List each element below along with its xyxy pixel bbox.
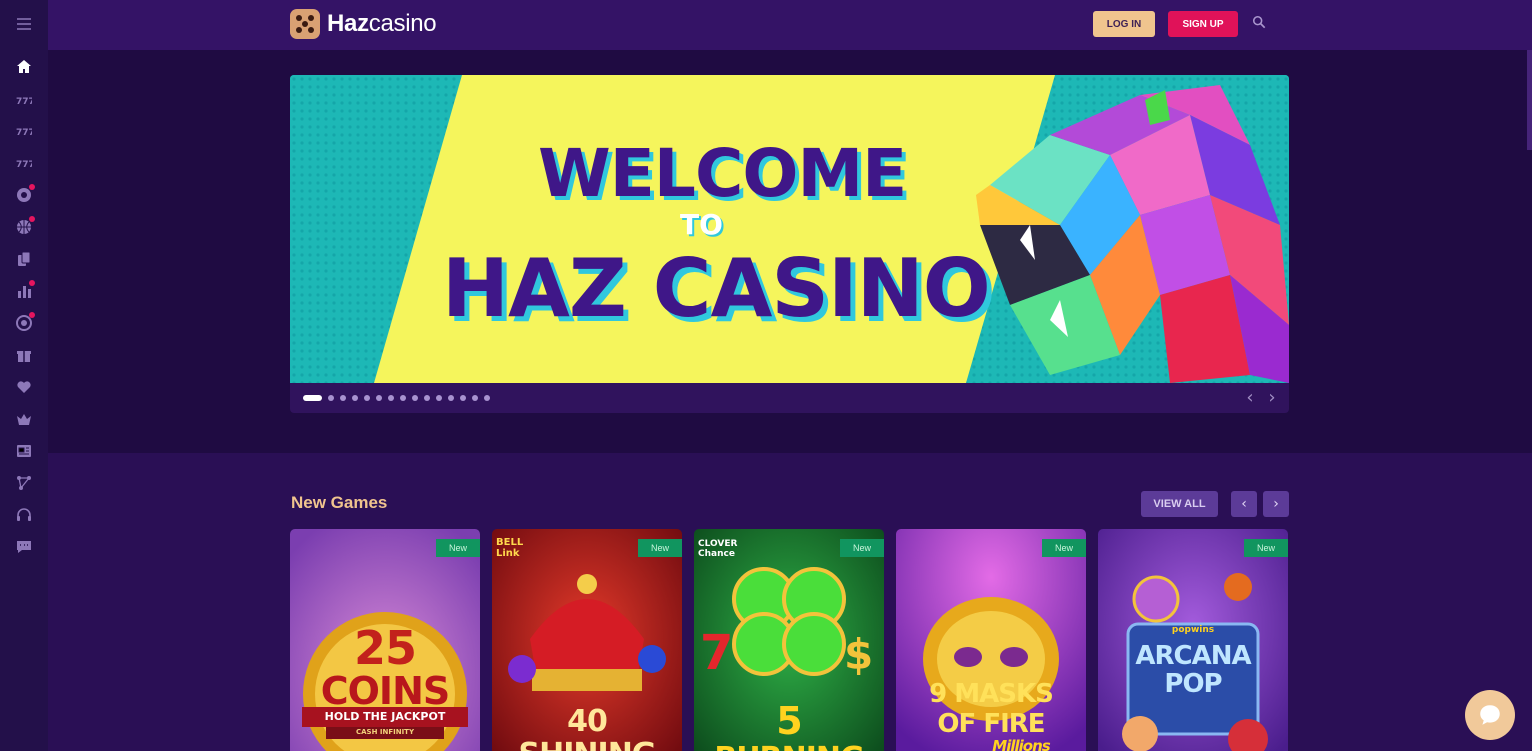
sidebar: 777 777 777 xyxy=(0,0,48,751)
game-art-subtitle: HOLD THE JACKPOT xyxy=(324,710,446,723)
site-logo[interactable]: Hazcasino xyxy=(290,9,437,39)
slots-777-icon[interactable]: 777 xyxy=(12,151,36,175)
carousel-dot[interactable] xyxy=(460,395,466,401)
banner-next-arrow[interactable]: › xyxy=(1264,389,1280,407)
game-art-tagline: CASH INFINITY xyxy=(355,728,415,736)
chat-icon xyxy=(1480,705,1500,725)
carousel-dot[interactable] xyxy=(400,395,406,401)
notification-dot xyxy=(29,280,35,286)
game-art-title: ARCANA xyxy=(1135,641,1251,671)
carousel-dot[interactable] xyxy=(448,395,454,401)
provider-logo: CLOVER Chance xyxy=(698,539,738,559)
game-card[interactable]: New 9 MASKS OF FIRE Millions xyxy=(896,529,1086,751)
game-card[interactable]: New BELL Link 40 SHINING xyxy=(492,529,682,751)
slots-777-icon[interactable]: 777 xyxy=(12,88,36,112)
game-art-number: 40 xyxy=(567,704,608,739)
banner-headline-welcome: WELCOME xyxy=(538,135,907,212)
menu-icon[interactable] xyxy=(12,12,36,36)
page-scrollbar[interactable] xyxy=(1527,50,1532,150)
new-badge: New xyxy=(1244,539,1288,557)
carousel-dot[interactable] xyxy=(388,395,394,401)
game-art-number: 5 xyxy=(776,699,802,743)
banner-prev-arrow[interactable]: ‹ xyxy=(1242,389,1258,407)
game-art-tagline: Millions xyxy=(992,737,1050,751)
heart-icon[interactable] xyxy=(12,375,36,399)
game-art-title: 9 MASKS xyxy=(929,679,1054,709)
svg-text:777: 777 xyxy=(16,128,32,138)
carousel-dot[interactable] xyxy=(364,395,370,401)
login-button[interactable]: LOG IN xyxy=(1093,11,1155,37)
game-art-subtitle: OF FIRE xyxy=(937,709,1045,739)
games-next-button[interactable]: › xyxy=(1263,491,1289,517)
cards-icon[interactable] xyxy=(12,247,36,271)
logo-text: Hazcasino xyxy=(327,10,437,37)
dice-logo-icon xyxy=(290,9,320,39)
carousel-dot[interactable] xyxy=(436,395,442,401)
view-all-button[interactable]: VIEW ALL xyxy=(1141,491,1218,517)
svg-text:777: 777 xyxy=(16,97,32,107)
carousel-dot[interactable] xyxy=(484,395,490,401)
notification-dot xyxy=(29,216,35,222)
game-card-list: New 25 COINS HOLD THE JACKPOT CASH INFIN… xyxy=(290,529,1288,751)
banner-headline-to: TO xyxy=(680,208,723,241)
carousel-dot[interactable] xyxy=(424,395,430,401)
signup-button[interactable]: SIGN UP xyxy=(1168,11,1238,37)
notification-dot xyxy=(29,312,35,318)
game-art-number: 25 xyxy=(353,621,417,675)
headset-icon[interactable] xyxy=(12,503,36,527)
live-chat-button[interactable] xyxy=(1465,690,1515,740)
new-badge: New xyxy=(840,539,884,557)
carousel-dot[interactable] xyxy=(472,395,478,401)
banner-headline-brand: HAZ CASINO xyxy=(442,242,991,335)
game-thumbnail xyxy=(1098,529,1288,751)
game-art-title: BURNING xyxy=(694,741,884,751)
svg-text:777: 777 xyxy=(16,160,32,170)
new-badge: New xyxy=(638,539,682,557)
home-icon[interactable] xyxy=(12,55,36,79)
carousel-dot[interactable] xyxy=(352,395,358,401)
welcome-banner[interactable]: WELCOME TO HAZ CASINO xyxy=(290,75,1289,383)
live-casino-chip-icon[interactable] xyxy=(12,183,36,207)
game-art-subtitle: POP xyxy=(1164,669,1222,699)
carousel-dots xyxy=(303,395,490,401)
carousel-dot[interactable] xyxy=(328,395,334,401)
top-bar: Hazcasino LOG IN SIGN UP xyxy=(48,0,1532,50)
basketball-icon[interactable] xyxy=(12,215,36,239)
section-title-new-games: New Games xyxy=(291,493,388,512)
svg-text:$: $ xyxy=(844,630,873,679)
carousel-dot[interactable] xyxy=(376,395,382,401)
newspaper-icon[interactable] xyxy=(12,439,36,463)
games-prev-button[interactable]: ‹ xyxy=(1231,491,1257,517)
provider-logo: popwins xyxy=(1171,625,1215,635)
target-icon[interactable] xyxy=(12,311,36,335)
provider-logo: BELL Link xyxy=(496,537,524,559)
game-art-title: COINS xyxy=(320,669,451,713)
carousel-dot[interactable] xyxy=(303,395,322,401)
svg-text:7: 7 xyxy=(700,625,733,681)
new-badge: New xyxy=(1042,539,1086,557)
new-badge: New xyxy=(436,539,480,557)
search-icon[interactable] xyxy=(1252,15,1268,31)
banner-controls: ‹ › xyxy=(290,383,1289,413)
chat-bubble-icon[interactable] xyxy=(12,535,36,559)
crown-icon[interactable] xyxy=(12,407,36,431)
carousel-dot[interactable] xyxy=(412,395,418,401)
game-art-title: SHINING xyxy=(492,737,682,751)
notification-dot xyxy=(29,184,35,190)
gift-icon[interactable] xyxy=(12,343,36,367)
banner-artwork xyxy=(290,75,1289,383)
game-card[interactable]: New 25 COINS HOLD THE JACKPOT CASH INFIN… xyxy=(290,529,480,751)
slots-777-icon[interactable]: 777 xyxy=(12,119,36,143)
game-card[interactable]: 7 $ New CLOVER Chance 5 BURNING xyxy=(694,529,884,751)
affiliate-icon[interactable] xyxy=(12,471,36,495)
game-card[interactable]: New popwins ARCANA POP xyxy=(1098,529,1288,751)
carousel-dot[interactable] xyxy=(340,395,346,401)
bar-chart-icon[interactable] xyxy=(12,279,36,303)
